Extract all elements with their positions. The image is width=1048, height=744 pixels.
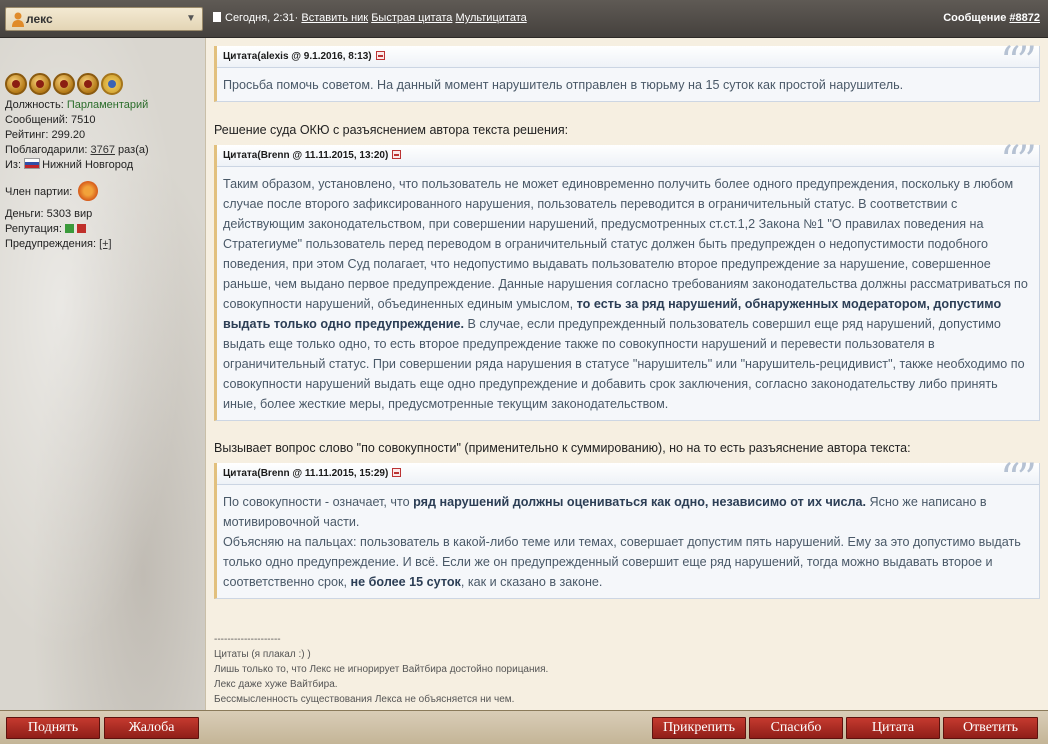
post-actions-bar: Поднять Жалоба Прикрепить Спасибо Цитата… [0, 710, 1048, 744]
location-value: Нижний Новгород [42, 159, 134, 171]
post-content: Цитата(alexis @ 9.1.2016, 8:13) “” Прось… [205, 38, 1048, 710]
insert-nick-link[interactable]: Вставить ник [301, 12, 368, 24]
party-label: Член партии: [5, 186, 73, 198]
signature-divider: -------------------- [214, 634, 281, 645]
medals [5, 73, 125, 97]
location-label: Из: [5, 159, 22, 171]
reputation-plus-icon[interactable] [64, 224, 74, 233]
warnings-label: Предупреждения: [5, 238, 97, 250]
user-sidebar: Должность: Парламентарий Сообщений: 7510… [0, 38, 205, 710]
user-icon [12, 12, 24, 27]
reputation-label: Репутация: [5, 223, 62, 235]
russia-flag-icon [24, 158, 41, 169]
reputation-row: Репутация: [5, 222, 149, 237]
post-number: Сообщение #8872 [943, 12, 1040, 24]
signature-line: Бессмысленность существования Лекса не о… [214, 694, 515, 705]
party-row: Член партии: [5, 181, 149, 201]
post-meta: Сегодня, 2:31· Вставить ник Быстрая цита… [213, 12, 527, 24]
signature: -------------------- Цитаты (я плакал :)… [214, 632, 548, 707]
position-value: Парламентарий [66, 99, 149, 111]
party-icon[interactable] [78, 181, 99, 201]
quote-link-icon[interactable] [375, 51, 385, 60]
attach-button[interactable]: Прикрепить [652, 717, 746, 739]
quote-block: Цитата(Brenn @ 11.11.2015, 15:29) “” По … [214, 459, 1040, 599]
quote-header: Цитата(alexis @ 9.1.2016, 8:13) “” [217, 42, 1039, 82]
quote-marks-icon: “” [1000, 138, 1037, 184]
post-date: Сегодня, 2:31· [225, 12, 299, 24]
quote-header: Цитата(Brenn @ 11.11.2015, 15:29) “” [217, 459, 1039, 499]
complaint-button[interactable]: Жалоба [104, 717, 199, 739]
quote-link-icon[interactable] [392, 150, 402, 159]
signature-line: Цитаты (я плакал :) ) [214, 649, 311, 660]
money: Деньги: 5303 вир [5, 208, 93, 220]
username[interactable]: лекс [26, 12, 53, 26]
thanks-row: Поблагодарили: 3767 раз(а) [5, 143, 149, 158]
warnings-row: Предупреждения: [+] [5, 237, 149, 252]
rating: Рейтинг: 299.20 [5, 129, 86, 141]
medal-icon[interactable] [29, 73, 51, 95]
star-medal-icon[interactable] [101, 73, 123, 95]
post-paragraph: Вызывает вопрос слово "по совокупности" … [214, 441, 911, 455]
post-number-link[interactable]: #8872 [1009, 12, 1040, 24]
quote-marks-icon: “” [1000, 456, 1037, 502]
quote-marks-icon: “” [1000, 39, 1037, 85]
quote-block: Цитата(alexis @ 9.1.2016, 8:13) “” Прось… [214, 42, 1040, 102]
thanks-label: Поблагодарили: [5, 144, 88, 156]
quote-button[interactable]: Цитата [846, 717, 940, 739]
position-label: Должность: [5, 99, 64, 111]
thanks-link[interactable]: 3767 [91, 144, 115, 156]
quote-text: Просьба помочь советом. На данный момент… [223, 78, 904, 92]
medal-icon[interactable] [77, 73, 99, 95]
quote-title: Цитата(alexis @ 9.1.2016, 8:13) [223, 51, 385, 62]
quote-link-icon[interactable] [392, 468, 402, 477]
post-paragraph: Решение суда ОКЮ с разъяснением автора т… [214, 123, 569, 137]
quote-text: По совокупности - означает, что ряд нару… [223, 495, 1021, 589]
raise-button[interactable]: Поднять [6, 717, 100, 739]
thanks-button[interactable]: Спасибо [749, 717, 843, 739]
medal-icon[interactable] [5, 73, 27, 95]
reply-button[interactable]: Ответить [943, 717, 1038, 739]
quick-quote-link[interactable]: Быстрая цитата [371, 12, 452, 24]
chevron-down-icon[interactable]: ▼ [183, 10, 199, 28]
signature-line: Лишь только то, что Лекс не игнорирует В… [214, 664, 549, 675]
quote-title: Цитата(Brenn @ 11.11.2015, 15:29) [223, 468, 402, 479]
location-row: Из: Нижний Новгород [5, 158, 149, 173]
document-icon [213, 12, 221, 22]
warnings-link[interactable]: [+] [99, 238, 112, 250]
position-row: Должность: Парламентарий [5, 98, 149, 113]
quote-header: Цитата(Brenn @ 11.11.2015, 13:20) “” [217, 141, 1039, 181]
medal-icon[interactable] [53, 73, 75, 95]
user-info: Должность: Парламентарий Сообщений: 7510… [5, 98, 149, 252]
quote-text: Таким образом, установлено, что пользова… [223, 177, 1028, 411]
signature-line: Лекс даже хуже Вайтбира. [214, 679, 338, 690]
quote-block: Цитата(Brenn @ 11.11.2015, 13:20) “” Так… [214, 141, 1040, 421]
messages-count: Сообщений: 7510 [5, 114, 96, 126]
multiquote-link[interactable]: Мультицитата [455, 12, 526, 24]
quote-title: Цитата(Brenn @ 11.11.2015, 13:20) [223, 150, 402, 161]
user-menu[interactable]: лекс ▼ [5, 7, 203, 31]
post-label: Сообщение [943, 12, 1007, 24]
post-header: лекс ▼ Сегодня, 2:31· Вставить ник Быстр… [0, 0, 1048, 38]
thanks-suffix: раз(а) [118, 144, 149, 156]
reputation-minus-icon[interactable] [77, 224, 87, 233]
